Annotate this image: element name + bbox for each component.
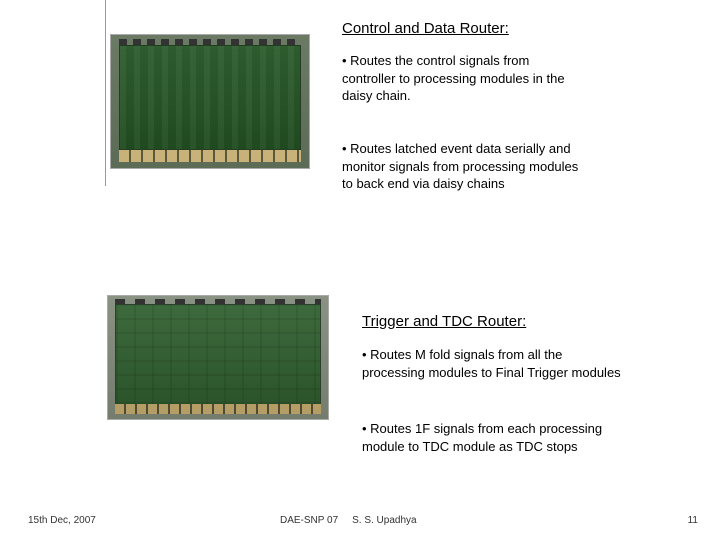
section1-bullet2: • Routes latched event data serially and… [342,140,582,193]
footer-center: DAE-SNP 07 S. S. Upadhya [280,515,417,526]
control-data-router-photo [110,34,310,169]
vertical-divider [105,0,106,186]
section1-title: Control and Data Router: [342,20,509,37]
trigger-tdc-router-photo [107,295,329,420]
section1-bullet1: • Routes the control signals from contro… [342,52,572,105]
pcb-connectors-top [115,299,321,304]
section2-bullet1: • Routes M fold signals from all the pro… [362,346,622,381]
footer-page-number: 11 [688,515,698,526]
footer-author: S. S. Upadhya [352,515,416,526]
footer-conference: DAE-SNP 07 [280,515,338,526]
footer-date: 15th Dec, 2007 [28,515,96,526]
section2-title: Trigger and TDC Router: [362,313,526,330]
section2-bullet2: • Routes 1F signals from each processing… [362,420,622,455]
slide-content: Control and Data Router: • Routes the co… [0,0,720,540]
pcb-connectors-top [119,39,301,45]
